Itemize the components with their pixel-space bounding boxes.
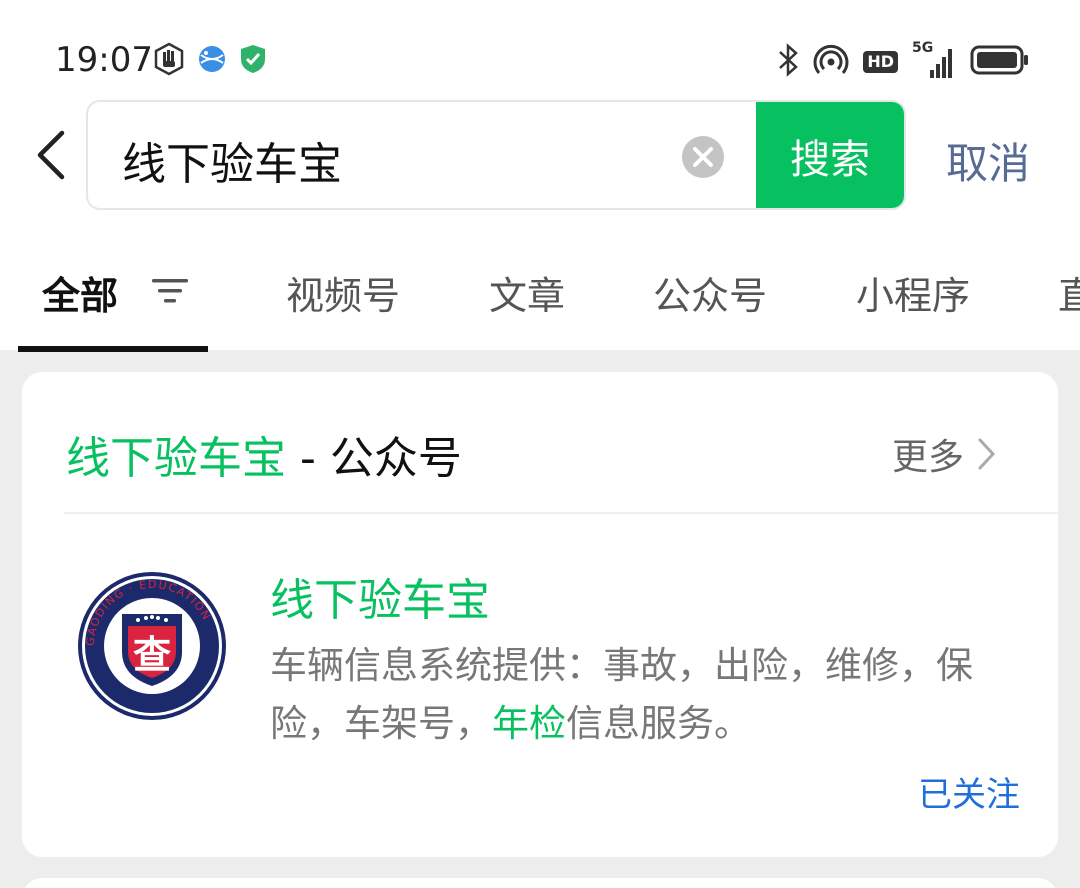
tab-mini-programs[interactable]: 小程序 [856, 265, 970, 320]
active-tab-indicator [18, 346, 208, 352]
hand-icon [152, 42, 186, 80]
more-label: 更多 [892, 437, 965, 478]
account-name[interactable]: 线下验车宝 [270, 564, 490, 628]
filter-icon [152, 279, 188, 303]
chevron-right-icon [978, 438, 996, 470]
card-title-suffix: - 公众号 [286, 433, 462, 484]
official-account-result-card: 线下验车宝 - 公众号 更多 GAODING · EDUCATION 查 线下验… [22, 372, 1058, 857]
globe-icon [196, 43, 228, 79]
search-button[interactable]: 搜索 [756, 102, 904, 208]
card-title: 线下验车宝 - 公众号 [66, 422, 462, 486]
search-input[interactable]: 线下验车宝 [122, 128, 342, 192]
chevron-left-icon [37, 130, 65, 180]
account-description: 车辆信息系统提供：事故，出险，维修，保险，车架号，年检信息服务。 [270, 644, 973, 745]
shield-check-icon [238, 43, 268, 79]
status-time: 19:07 [55, 40, 153, 80]
clear-icon [682, 136, 724, 178]
tab-official-accounts[interactable]: 公众号 [653, 265, 767, 320]
follow-status[interactable]: 已关注 [918, 767, 1020, 816]
back-button[interactable] [30, 125, 80, 185]
next-result-card [22, 878, 1058, 888]
search-box[interactable]: 线下验车宝 搜索 [86, 100, 906, 210]
tab-articles[interactable]: 文章 [489, 265, 565, 320]
account-avatar[interactable]: GAODING · EDUCATION 查 [76, 570, 228, 722]
hd-icon: HD [863, 51, 898, 73]
hotspot-icon [813, 42, 849, 82]
account-logo-icon: GAODING · EDUCATION 查 [78, 572, 226, 720]
signal-icon: 5G [912, 40, 956, 80]
tab-live[interactable]: 直 [1058, 265, 1080, 320]
card-divider [64, 512, 1058, 514]
card-title-keyword: 线下验车宝 [66, 433, 286, 484]
status-bar: 19:07 HD 5G [0, 30, 1080, 90]
clear-search-button[interactable] [681, 135, 725, 179]
more-button[interactable]: 更多 [892, 428, 996, 480]
tab-channels[interactable]: 视频号 [286, 265, 400, 320]
filter-button[interactable] [150, 273, 190, 309]
cancel-button[interactable]: 取消 [946, 130, 1030, 191]
logo-center-char: 查 [133, 633, 171, 677]
tab-bar: 全部 视频号 文章 公众号 小程序 直 [0, 255, 1080, 325]
battery-icon [970, 44, 1030, 80]
bluetooth-icon [777, 42, 799, 82]
tab-all[interactable]: 全部 [42, 265, 118, 320]
desc-keyword: 年检 [492, 702, 566, 745]
